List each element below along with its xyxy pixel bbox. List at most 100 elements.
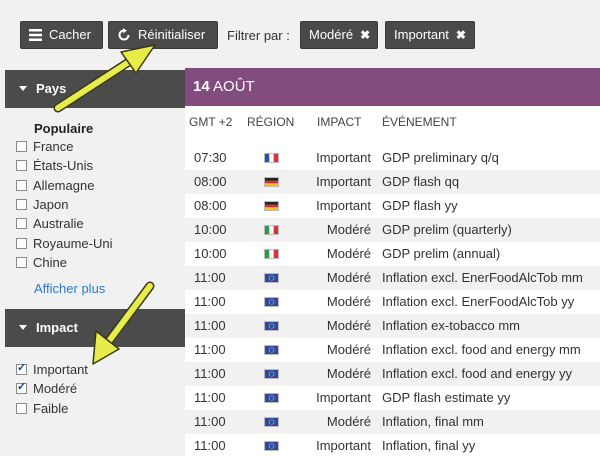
checkbox[interactable] <box>16 140 27 152</box>
checkbox[interactable] <box>16 256 27 268</box>
event-time: 08:00 <box>194 174 227 189</box>
country-option[interactable]: Allemagne <box>16 176 94 194</box>
reset-button-label: Réinitialiser <box>138 27 206 42</box>
impact-option[interactable]: Important <box>16 360 88 378</box>
event-time: 10:00 <box>194 246 227 261</box>
event-impact: Modéré <box>326 222 371 237</box>
event-impact: Modéré <box>326 366 371 381</box>
date-header: 14 AOÛT <box>185 68 600 106</box>
event-time: 11:00 <box>194 318 226 333</box>
table-row[interactable]: 11:00 Modéré Inflation excl. EnerFoodAlc… <box>185 290 600 314</box>
table-row[interactable]: 08:00 Important GDP flash yy <box>185 194 600 218</box>
filter-sidebar: Pays Populaire France États-Unis Allemag… <box>0 68 185 456</box>
date-month: AOÛT <box>213 78 255 95</box>
impact-section-title: Impact <box>36 320 78 335</box>
impact-option[interactable]: Faible <box>16 399 68 417</box>
table-row[interactable]: 10:00 Modéré GDP prelim (annual) <box>185 242 600 266</box>
event-name: GDP prelim (quarterly) <box>382 222 512 237</box>
event-time: 11:00 <box>194 270 226 285</box>
impact-option[interactable]: Modéré <box>16 379 77 397</box>
table-row[interactable]: 07:30 Important GDP preliminary q/q <box>185 146 600 170</box>
event-time: 07:30 <box>194 150 227 165</box>
impact-section-header[interactable]: Impact <box>5 309 185 347</box>
country-section-title: Pays <box>36 81 67 96</box>
country-option[interactable]: Royaume-Uni <box>16 234 112 252</box>
flag-france-icon <box>264 153 279 163</box>
event-name: Inflation, final mm <box>382 414 484 429</box>
show-more-link[interactable]: Afficher plus <box>34 281 105 296</box>
reset-button[interactable]: Réinitialiser <box>108 21 218 49</box>
event-time: 11:00 <box>194 390 226 405</box>
country-section-header[interactable]: Pays <box>5 70 185 108</box>
checkbox-checked[interactable] <box>16 361 27 375</box>
close-icon[interactable]: ✖ <box>456 22 466 48</box>
table-row[interactable]: 11:00 Modéré Inflation excl. EnerFoodAlc… <box>185 266 600 290</box>
event-impact: Modéré <box>326 246 371 261</box>
checkbox[interactable] <box>16 237 27 249</box>
table-row[interactable]: 11:00 Important Inflation, final yy <box>185 434 600 456</box>
filter-label: Filtrer par : <box>227 28 290 43</box>
flag-eu-icon <box>264 417 279 427</box>
caret-down-icon <box>19 86 27 92</box>
country-option[interactable]: Japon <box>16 195 68 213</box>
table-row[interactable]: 11:00 Modéré Inflation excl. food and en… <box>185 362 600 386</box>
filter-chip-label: Important <box>394 27 449 42</box>
event-name: GDP flash estimate yy <box>382 390 511 405</box>
table-row[interactable]: 11:00 Modéré Inflation ex-tobacco mm <box>185 314 600 338</box>
event-time: 11:00 <box>194 342 226 357</box>
toolbar: Cacher Réinitialiser Filtrer par : Modér… <box>0 0 600 68</box>
table-row[interactable]: 11:00 Important GDP flash estimate yy <box>185 386 600 410</box>
checkbox[interactable] <box>16 198 27 210</box>
country-option[interactable]: Australie <box>16 214 84 232</box>
country-option[interactable]: Chine <box>16 253 67 271</box>
filter-chip-moderate[interactable]: Modéré ✖ <box>300 21 378 49</box>
flag-italy-icon <box>264 225 279 235</box>
event-impact: Important <box>316 390 371 405</box>
event-name: GDP flash yy <box>382 198 458 213</box>
event-time: 08:00 <box>194 198 227 213</box>
event-name: Inflation excl. food and energy yy <box>382 366 573 381</box>
table-row[interactable]: 11:00 Modéré Inflation, final mm <box>185 410 600 434</box>
event-impact: Important <box>316 174 371 189</box>
checkbox[interactable] <box>16 217 27 229</box>
event-name: Inflation, final yy <box>382 438 476 453</box>
event-time: 11:00 <box>194 366 226 381</box>
filter-chip-important[interactable]: Important ✖ <box>385 21 475 49</box>
country-option-label: Allemagne <box>33 177 95 193</box>
table-row[interactable]: 10:00 Modéré GDP prelim (quarterly) <box>185 218 600 242</box>
country-option-label: Australie <box>33 215 84 231</box>
event-name: GDP prelim (annual) <box>382 246 501 261</box>
menu-icon <box>29 29 42 41</box>
country-option-label: Royaume-Uni <box>33 235 113 251</box>
country-option-label: États-Unis <box>33 157 93 173</box>
event-impact: Important <box>316 438 371 453</box>
event-name: GDP flash qq <box>382 174 460 189</box>
popular-label: Populaire <box>34 121 94 136</box>
flag-germany-icon <box>264 177 279 187</box>
table-row[interactable]: 08:00 Important GDP flash qq <box>185 170 600 194</box>
checkbox[interactable] <box>16 179 27 191</box>
country-option[interactable]: États-Unis <box>16 156 93 174</box>
event-name: Inflation excl. EnerFoodAlcTob mm <box>382 270 583 285</box>
country-option[interactable]: France <box>16 137 73 155</box>
flag-eu-icon <box>264 297 279 307</box>
checkbox[interactable] <box>16 402 27 414</box>
checkbox-checked[interactable] <box>16 380 27 394</box>
flag-eu-icon <box>264 393 279 403</box>
filter-chip-label: Modéré <box>309 27 354 42</box>
column-header-impact[interactable]: IMPACT <box>317 115 361 129</box>
column-header-event[interactable]: ÉVÉNEMENT <box>382 115 457 129</box>
column-header-time[interactable]: GMT +2 <box>189 115 232 129</box>
flag-italy-icon <box>264 249 279 259</box>
table-row[interactable]: 11:00 Modéré Inflation excl. food and en… <box>185 338 600 362</box>
checkbox[interactable] <box>16 159 27 171</box>
close-icon[interactable]: ✖ <box>360 22 370 48</box>
hide-button[interactable]: Cacher <box>20 21 103 49</box>
event-time: 11:00 <box>194 438 226 453</box>
flag-eu-icon <box>264 441 279 451</box>
calendar-panel: 14 AOÛT GMT +2 RÉGION IMPACT ÉVÉNEMENT 0… <box>185 68 600 456</box>
event-impact: Modéré <box>326 342 371 357</box>
flag-eu-icon <box>264 321 279 331</box>
flag-eu-icon <box>264 345 279 355</box>
column-header-region[interactable]: RÉGION <box>247 115 294 129</box>
